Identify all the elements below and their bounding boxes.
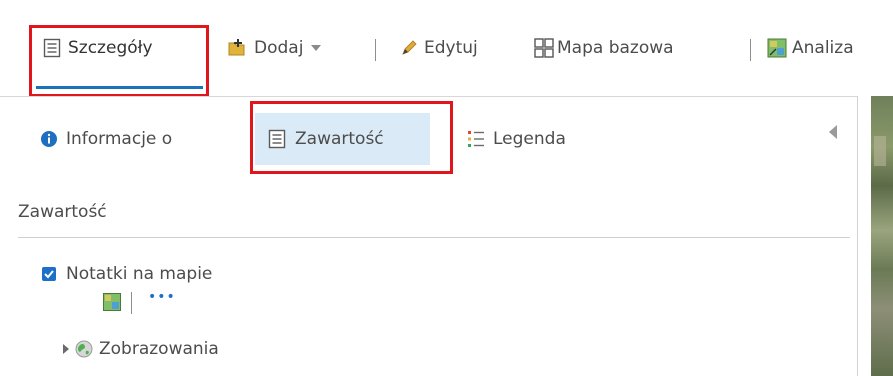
section-title: Zawartość	[18, 202, 107, 222]
globe-icon	[75, 340, 93, 358]
tab-info[interactable]: Informacje o	[40, 113, 172, 165]
section-divider	[18, 237, 850, 238]
analysis-icon	[767, 38, 787, 58]
toolbar-divider-line	[0, 96, 858, 97]
layer-symbol-icon[interactable]	[103, 293, 121, 315]
app-window: Szczegóły Dodaj Edytuj Mapa bazowa Anali…	[0, 0, 893, 376]
edit-button[interactable]: Edytuj	[400, 30, 478, 66]
basemap-label: Mapa bazowa	[557, 38, 674, 58]
analysis-label: Analiza	[792, 38, 854, 58]
layer-item[interactable]: Notatki na mapie	[42, 264, 212, 284]
add-data-icon	[226, 38, 248, 58]
basemap-button[interactable]: Mapa bazowa	[534, 30, 674, 66]
more-options-icon[interactable]: •••	[148, 289, 176, 305]
tab-info-label: Informacje o	[66, 129, 173, 149]
layer-name: Notatki na mapie	[66, 264, 213, 284]
add-label: Dodaj	[254, 38, 304, 58]
map-view[interactable]	[871, 96, 893, 376]
highlight-box	[250, 101, 453, 174]
toolbar: Szczegóły Dodaj Edytuj Mapa bazowa Anali…	[0, 0, 893, 97]
toolbar-divider	[750, 39, 751, 61]
layer-item[interactable]: Zobrazowania	[63, 339, 219, 359]
edit-label: Edytuj	[424, 38, 478, 58]
highlight-box	[29, 25, 209, 97]
layer-name: Zobrazowania	[99, 339, 219, 359]
toolbar-divider	[375, 39, 376, 61]
add-button[interactable]: Dodaj	[226, 30, 322, 66]
basemap-grid-icon	[534, 38, 554, 58]
tab-legend[interactable]: Legenda	[467, 113, 566, 165]
analysis-button[interactable]: Analiza	[767, 30, 854, 66]
info-circle-icon	[40, 130, 58, 148]
collapse-left-icon[interactable]	[829, 125, 837, 139]
legend-icon	[467, 129, 485, 149]
layer-tools-divider	[131, 292, 132, 314]
expand-icon[interactable]	[63, 344, 69, 354]
chevron-down-icon	[311, 45, 322, 51]
layer-checkbox[interactable]	[42, 267, 56, 281]
pencil-icon	[400, 39, 418, 57]
panel-border	[857, 96, 858, 376]
tab-legend-label: Legenda	[493, 129, 566, 149]
